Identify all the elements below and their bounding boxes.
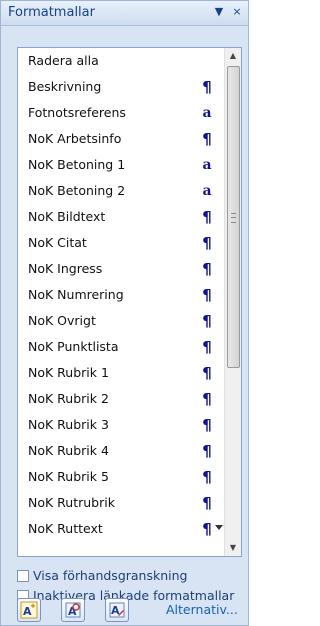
style-name: NoK Betoning 1 [28, 157, 126, 172]
chevron-down-icon[interactable] [215, 525, 223, 530]
scroll-down-icon[interactable]: ▼ [225, 540, 241, 556]
style-name: Radera alla [28, 53, 99, 68]
character-style-icon: a [202, 105, 212, 121]
pane-title: Formatmallar [8, 5, 95, 20]
character-style-icon: a [202, 157, 212, 173]
pane-controls: ▼ × [212, 4, 244, 20]
scroll-grip-icon [231, 213, 236, 223]
paragraph-style-icon: ¶ [202, 286, 212, 304]
styles-pane: Formatmallar ▼ × Radera alla Beskrivning ¶… [0, 0, 249, 626]
paragraph-style-icon: ¶ [202, 442, 212, 460]
style-name: Fotnotsreferens [28, 105, 126, 120]
style-list-item[interactable]: NoK Numrering ¶ [18, 282, 225, 308]
style-list-item[interactable]: NoK Arbetsinfo ¶ [18, 126, 225, 152]
style-list-item[interactable]: NoK Punktlista ¶ [18, 334, 225, 360]
pane-titlebar: Formatmallar ▼ × [1, 1, 248, 26]
style-list[interactable]: Radera alla Beskrivning ¶ Fotnotsreferens a N… [17, 47, 242, 557]
scroll-up-icon[interactable]: ▲ [225, 48, 241, 64]
style-name: NoK Rubrik 3 [28, 417, 109, 432]
paragraph-style-icon: ¶ [202, 130, 212, 148]
paragraph-style-icon: ¶ [202, 416, 212, 434]
style-list-item[interactable]: NoK Bildtext ¶ [18, 204, 225, 230]
paragraph-style-icon: ¶ [202, 468, 212, 486]
style-list-item[interactable]: NoK Rubrik 1 ¶ [18, 360, 225, 386]
scroll-thumb[interactable] [227, 66, 240, 368]
style-list-item[interactable]: NoK Ingress ¶ [18, 256, 225, 282]
style-list-item[interactable]: NoK Rutrubrik ¶ [18, 490, 225, 516]
style-name: NoK Rubrik 4 [28, 443, 109, 458]
style-inspector-button[interactable]: A [61, 598, 85, 622]
style-list-item[interactable]: NoK Rubrik 5 ¶ [18, 464, 225, 490]
paragraph-style-icon: ¶ [202, 234, 212, 252]
alternatives-link[interactable]: Alternativ... [166, 602, 238, 617]
paragraph-style-icon: ¶ [202, 78, 212, 96]
paragraph-style-icon: ¶ [202, 312, 212, 330]
style-list-item[interactable]: NoK Rubrik 2 ¶ [18, 386, 225, 412]
manage-styles-button[interactable]: A [105, 598, 129, 622]
style-name: NoK Citat [28, 235, 87, 250]
style-name: NoK Rutrubrik [28, 495, 115, 510]
svg-text:A: A [23, 605, 32, 618]
paragraph-style-icon: ¶ [202, 338, 212, 356]
show-preview-label: Visa förhandsgranskning [33, 568, 188, 583]
paragraph-style-icon: ¶ [202, 260, 212, 278]
style-name: NoK Betoning 2 [28, 183, 126, 198]
paragraph-style-icon: ¶ [202, 390, 212, 408]
style-list-item[interactable]: NoK Betoning 1 a [18, 152, 225, 178]
new-style-icon: A [20, 601, 38, 619]
style-list-scrollbar[interactable]: ▲ ▼ [224, 48, 241, 556]
manage-styles-icon: A [109, 602, 125, 618]
new-style-button[interactable]: A [17, 598, 41, 622]
style-list-item[interactable]: NoK Citat ¶ [18, 230, 225, 256]
close-icon[interactable]: × [230, 4, 244, 20]
style-name: NoK Ingress [28, 261, 103, 276]
character-style-icon: a [202, 183, 212, 199]
style-list-item[interactable]: NoK Ruttext ¶ [18, 516, 225, 542]
style-name: NoK Rubrik 2 [28, 391, 109, 406]
style-list-item[interactable]: NoK Betoning 2 a [18, 178, 225, 204]
style-list-item[interactable]: NoK Ovrigt ¶ [18, 308, 225, 334]
style-list-item[interactable]: Beskrivning ¶ [18, 74, 225, 100]
style-list-item[interactable]: Radera alla [18, 48, 225, 74]
style-name: NoK Ovrigt [28, 313, 96, 328]
style-list-item[interactable]: NoK Rubrik 4 ¶ [18, 438, 225, 464]
style-name: NoK Ruttext [28, 521, 103, 536]
style-name: Beskrivning [28, 79, 102, 94]
paragraph-style-icon: ¶ [202, 364, 212, 382]
style-list-rows: Radera alla Beskrivning ¶ Fotnotsreferens a N… [18, 48, 225, 542]
style-name: NoK Numrering [28, 287, 124, 302]
show-preview-checkbox[interactable] [17, 569, 29, 582]
show-preview-option[interactable]: Visa förhandsgranskning [17, 568, 187, 583]
style-inspector-icon: A [65, 602, 81, 618]
style-name: NoK Rubrik 5 [28, 469, 109, 484]
paragraph-style-icon: ¶ [202, 208, 212, 226]
style-list-item[interactable]: NoK Rubrik 3 ¶ [18, 412, 225, 438]
paragraph-style-icon: ¶ [202, 494, 212, 512]
style-list-item[interactable]: Fotnotsreferens a [18, 100, 225, 126]
style-name: NoK Punktlista [28, 339, 119, 354]
paragraph-style-icon: ¶ [202, 520, 212, 538]
style-name: NoK Bildtext [28, 209, 106, 224]
style-name: NoK Rubrik 1 [28, 365, 109, 380]
style-name: NoK Arbetsinfo [28, 131, 122, 146]
pane-menu-button[interactable]: ▼ [212, 4, 226, 20]
